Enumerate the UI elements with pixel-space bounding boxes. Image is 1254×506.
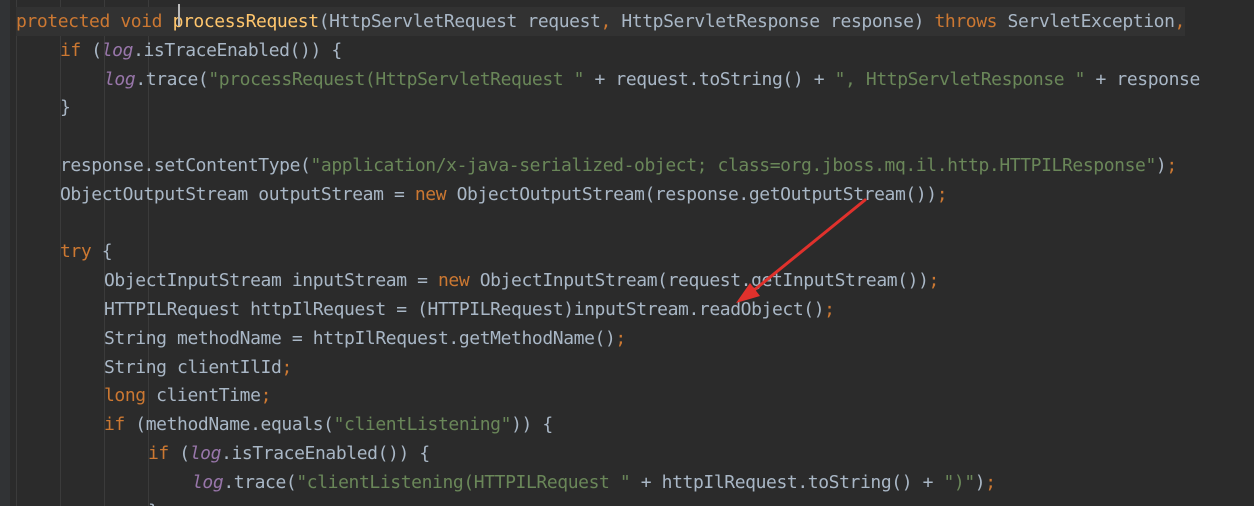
code-token: ")": [943, 471, 975, 493]
code-editor[interactable]: protected void processRequest(HttpServle…: [0, 0, 1254, 506]
code-token: log: [104, 68, 136, 90]
code-token: ;: [824, 299, 835, 320]
code-token: if: [104, 414, 125, 436]
code-token: }: [60, 97, 71, 119]
code-line[interactable]: protected void processRequest(HttpServle…: [16, 7, 1185, 36]
code-token: ,: [600, 11, 611, 32]
code-token: + request.toString() +: [584, 68, 835, 90]
code-token: log: [189, 443, 222, 464]
code-token: long: [104, 385, 146, 407]
code-token: HTTPILRequest httpIlRequest = (HTTPILReq…: [104, 299, 825, 320]
code-token: ;: [928, 270, 940, 292]
code-token: HttpServletResponse response): [610, 11, 935, 32]
code-token: .trace(: [135, 68, 209, 90]
code-line[interactable]: if (methodName.equals("clientListening")…: [104, 410, 553, 439]
code-token: "clientListening(HTTPILRequest ": [296, 471, 631, 493]
code-token: protected: [16, 11, 110, 32]
code-line[interactable]: if (log.isTraceEnabled()) {: [148, 439, 430, 468]
code-line[interactable]: HTTPILRequest httpIlRequest = (HTTPILReq…: [104, 295, 835, 324]
code-token: ", HttpServletResponse ": [834, 68, 1086, 90]
code-token: {: [91, 241, 113, 263]
code-token: ;: [260, 385, 272, 407]
code-token: if: [60, 39, 81, 61]
indent-guide: [16, 0, 17, 506]
code-line[interactable]: log.trace("clientListening(HTTPILRequest…: [192, 468, 996, 497]
code-token: ;: [281, 356, 292, 378]
code-token: String clientIlId: [104, 356, 282, 378]
code-token: ): [974, 471, 986, 493]
code-token: ObjectOutputStream outputStream =: [60, 183, 415, 205]
code-token: ;: [985, 471, 996, 493]
code-token: String methodName = httpIlRequest.getMet…: [104, 327, 616, 349]
code-token: .trace(: [223, 471, 297, 493]
code-token: }: [148, 501, 159, 506]
code-token: ;: [1166, 155, 1177, 176]
code-token: (: [80, 39, 102, 61]
code-token: throws: [934, 11, 998, 32]
code-token: ServletException: [997, 11, 1175, 32]
code-token: clientTime: [145, 385, 261, 407]
code-token: (HttpServletRequest request: [318, 11, 601, 32]
code-token: new: [414, 183, 447, 205]
code-token: log: [192, 471, 224, 493]
code-token: ObjectInputStream inputStream =: [104, 270, 438, 292]
code-token: new: [437, 270, 470, 292]
code-line[interactable]: long clientTime;: [104, 381, 271, 410]
code-token: processRequest: [172, 11, 320, 32]
code-token: ;: [936, 183, 948, 205]
code-token: ;: [615, 327, 626, 349]
code-line[interactable]: response.setContentType("application/x-j…: [60, 151, 1177, 180]
code-token: + response: [1085, 68, 1201, 90]
code-token: "application/x-java-serialized-object; c…: [310, 155, 1157, 176]
code-token: "clientListening": [333, 414, 512, 436]
code-token: (methodName.equals(: [124, 414, 334, 436]
code-line[interactable]: }: [60, 93, 71, 122]
code-token: response.setContentType(: [60, 155, 311, 176]
code-token: "processRequest(HttpServletRequest ": [208, 68, 585, 90]
code-token: ,: [1174, 11, 1186, 32]
code-token: )) {: [511, 414, 553, 436]
code-token: (: [168, 443, 190, 464]
code-token: ObjectInputStream(request.getInputStream…: [469, 270, 929, 292]
code-line[interactable]: if (log.isTraceEnabled()) {: [60, 36, 342, 65]
code-line[interactable]: ObjectInputStream inputStream = new Obje…: [104, 266, 939, 295]
code-line[interactable]: String methodName = httpIlRequest.getMet…: [104, 324, 626, 353]
code-line[interactable]: String clientIlId;: [104, 353, 292, 382]
code-token: try: [60, 241, 92, 263]
code-line[interactable]: ObjectOutputStream outputStream = new Ob…: [60, 180, 948, 209]
code-token: ): [1155, 155, 1167, 176]
code-token: if: [148, 443, 169, 464]
code-token: void: [120, 11, 163, 32]
code-token: .isTraceEnabled()) {: [133, 39, 342, 61]
code-line[interactable]: try {: [60, 237, 113, 266]
code-token: log: [101, 39, 134, 61]
code-line[interactable]: }: [148, 497, 159, 506]
code-token: ObjectOutputStream(response.getOutputStr…: [446, 183, 938, 205]
code-token: .isTraceEnabled()) {: [221, 443, 430, 464]
code-line[interactable]: log.trace("processRequest(HttpServletReq…: [104, 65, 1200, 94]
editor-gutter: [0, 0, 10, 506]
text-caret: [178, 4, 180, 26]
code-token: + httpIlRequest.toString() +: [630, 471, 944, 493]
